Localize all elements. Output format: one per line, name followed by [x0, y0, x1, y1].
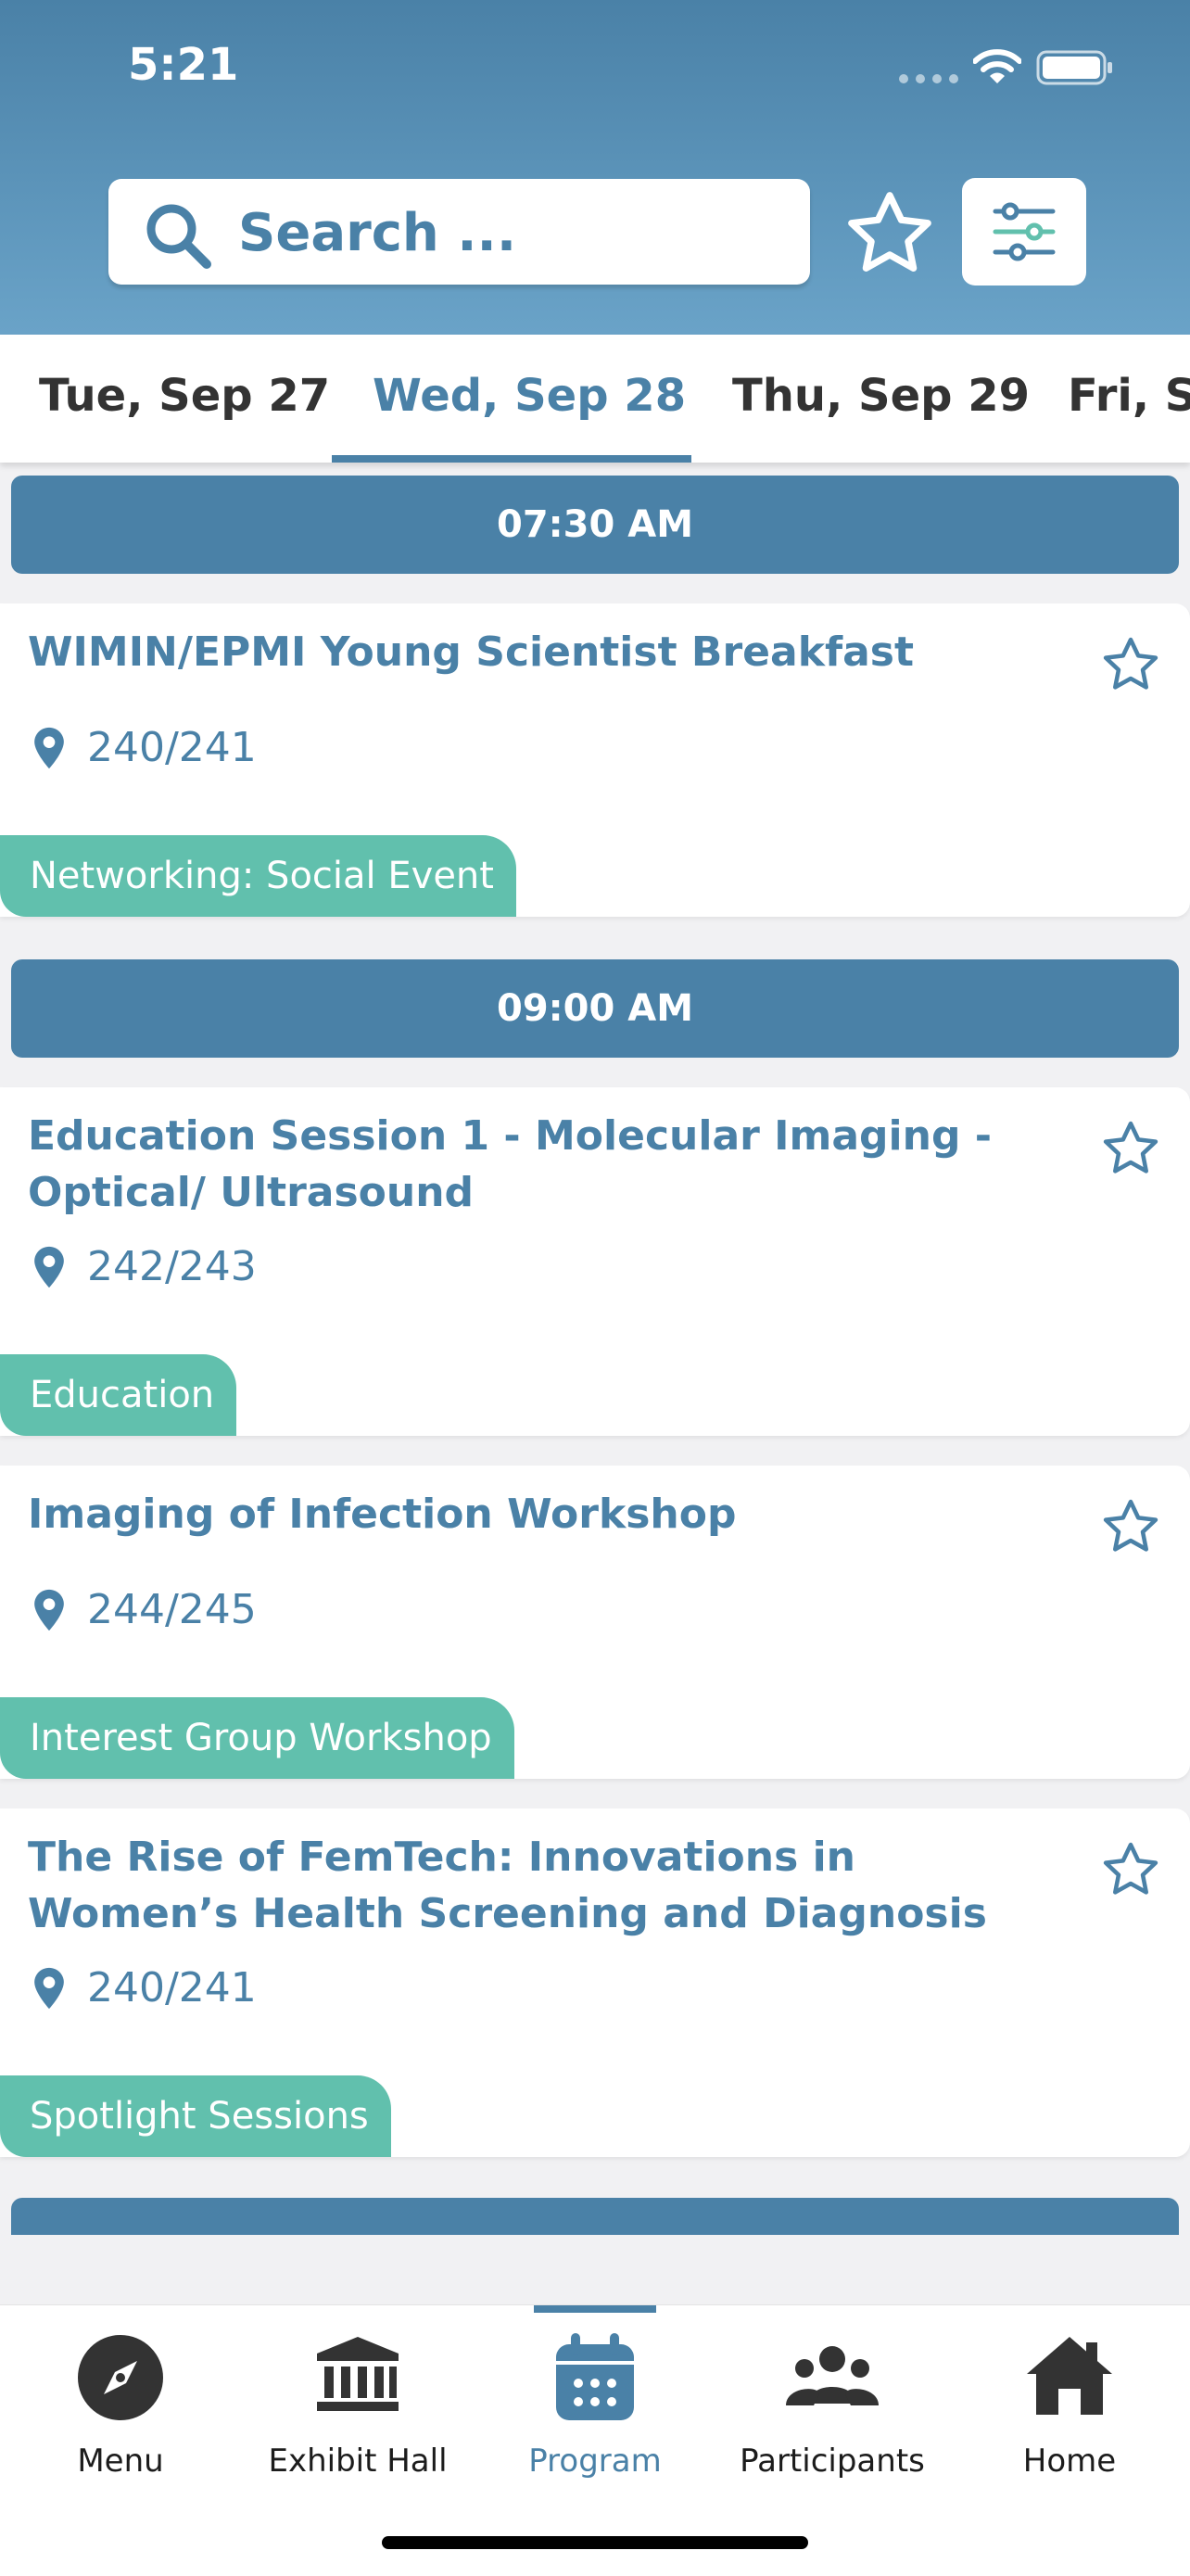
session-list[interactable]: 07:30 AM WIMIN/EPMI Young Scientist Brea… [0, 463, 1190, 2304]
time-slot-header: 07:30 AM [11, 476, 1179, 574]
nav-label-home: Home [1022, 2443, 1117, 2480]
session-category-tag: Education [0, 1354, 237, 1436]
favorite-star-icon[interactable] [1099, 1117, 1162, 1180]
nav-exhibit-hall[interactable]: Exhibit Hall [239, 2305, 476, 2491]
tab-tue-sep-27[interactable]: Tue, Sep 27 [39, 370, 330, 422]
location-text: 244/245 [87, 1586, 257, 1633]
nav-program[interactable]: Program [476, 2305, 714, 2491]
tab-fri-sep-30[interactable]: Fri, Sep 30 [1068, 370, 1190, 422]
time-slot-header: 09:00 AM [11, 959, 1179, 1058]
location-pin-icon [34, 1967, 64, 2009]
time-slot-header-partial [11, 2198, 1179, 2235]
favorite-star-icon[interactable] [1099, 1838, 1162, 1901]
nav-menu[interactable]: Menu [2, 2305, 239, 2491]
sliders-icon [993, 202, 1056, 261]
wifi-icon [973, 49, 1021, 83]
tab-wed-sep-28[interactable]: Wed, Sep 28 [373, 370, 686, 422]
nav-label-menu: Menu [77, 2443, 164, 2480]
home-icon [1027, 2337, 1112, 2415]
day-tabs: Tue, Sep 27 Wed, Sep 28 Thu, Sep 29 Fri,… [0, 335, 1190, 463]
favorites-star-icon[interactable] [842, 185, 938, 282]
session-title[interactable]: Education Session 1 - Molecular Imaging … [28, 1108, 1066, 1221]
nav-label-participants: Participants [740, 2443, 925, 2480]
filter-button[interactable] [962, 178, 1086, 286]
calendar-icon [556, 2333, 634, 2420]
search-placeholder: Search ... [238, 203, 517, 263]
building-icon [317, 2337, 399, 2411]
search-icon [146, 204, 211, 269]
session-category-tag: Networking: Social Event [0, 835, 516, 917]
location-pin-icon [34, 1589, 64, 1631]
session-card[interactable]: Education Session 1 - Molecular Imaging … [0, 1087, 1190, 1436]
favorite-star-icon[interactable] [1099, 1495, 1162, 1558]
location-pin-icon [34, 1246, 64, 1288]
location-text: 240/241 [87, 1964, 257, 2011]
session-location: 240/241 [32, 724, 257, 771]
app-header: 5:21 Search ... [0, 0, 1190, 335]
session-card[interactable]: Imaging of Infection Workshop 244/245 In… [0, 1466, 1190, 1779]
people-icon [786, 2346, 879, 2405]
location-pin-icon [34, 727, 64, 768]
nav-home[interactable]: Home [951, 2305, 1188, 2491]
nav-label-exhibit-hall: Exhibit Hall [268, 2443, 448, 2480]
session-category-tag: Spotlight Sessions [0, 2075, 391, 2157]
session-title[interactable]: Imaging of Infection Workshop [28, 1486, 1066, 1542]
nav-label-program: Program [528, 2443, 662, 2480]
location-text: 240/241 [87, 724, 257, 771]
favorite-star-icon[interactable] [1099, 633, 1162, 696]
location-text: 242/243 [87, 1243, 257, 1290]
session-location: 244/245 [32, 1586, 257, 1633]
session-title[interactable]: The Rise of FemTech: Innovations in Wome… [28, 1829, 1066, 1942]
signal-icon [899, 74, 958, 83]
battery-icon [1036, 50, 1112, 85]
status-time: 5:21 [128, 39, 239, 91]
active-tab-indicator [332, 455, 691, 463]
session-card[interactable]: WIMIN/EPMI Young Scientist Breakfast 240… [0, 603, 1190, 917]
nav-participants[interactable]: Participants [714, 2305, 951, 2491]
compass-icon [78, 2335, 163, 2420]
session-title[interactable]: WIMIN/EPMI Young Scientist Breakfast [28, 624, 1066, 680]
session-location: 240/241 [32, 1964, 257, 2011]
session-card[interactable]: The Rise of FemTech: Innovations in Wome… [0, 1808, 1190, 2157]
search-input[interactable]: Search ... [108, 179, 810, 285]
session-location: 242/243 [32, 1243, 257, 1290]
session-category-tag: Interest Group Workshop [0, 1697, 514, 1779]
home-indicator [382, 2536, 808, 2549]
tab-thu-sep-29[interactable]: Thu, Sep 29 [732, 370, 1030, 422]
